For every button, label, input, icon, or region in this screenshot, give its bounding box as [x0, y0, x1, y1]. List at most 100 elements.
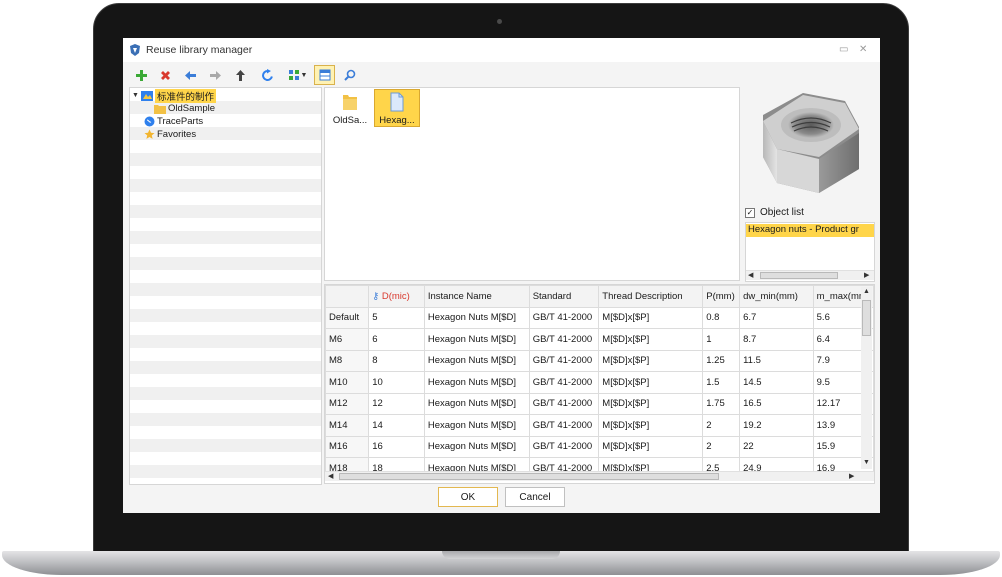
ok-button[interactable]: OK: [438, 487, 498, 507]
refresh-button[interactable]: [257, 65, 278, 85]
chevron-down-icon[interactable]: ▼: [132, 92, 141, 99]
column-header[interactable]: P(mm): [702, 285, 741, 308]
add-button[interactable]: [131, 65, 152, 85]
table-cell[interactable]: 6.7: [739, 306, 814, 329]
table-cell[interactable]: M[$D]x[$P]: [598, 306, 704, 329]
row-header-cell[interactable]: M16: [325, 435, 370, 458]
object-list-checkbox[interactable]: ✓: [745, 207, 755, 218]
table-row[interactable]: Default 5 Hexagon Nuts M[$D] GB/T 41-2000 M[…: [325, 306, 874, 329]
object-list-scrollbar[interactable]: ◀ ▶: [746, 270, 874, 280]
star-icon: [143, 129, 155, 140]
tree-item-traceparts[interactable]: TraceParts: [143, 115, 203, 128]
table-cell[interactable]: M[$D]x[$P]: [598, 349, 704, 372]
table-cell[interactable]: GB/T 41-2000: [528, 328, 600, 351]
table-cell[interactable]: Hexagon Nuts M[$D]: [423, 328, 530, 351]
tree-item-root[interactable]: ▼ 标准件的制作: [132, 88, 217, 103]
tree-item-favorites[interactable]: Favorites: [143, 128, 196, 141]
table-cell[interactable]: 12: [368, 392, 425, 415]
table-cell[interactable]: 16: [368, 435, 425, 458]
table-row[interactable]: M12 12 Hexagon Nuts M[$D] GB/T 41-2000 M[$D]…: [325, 392, 874, 415]
table-cell[interactable]: 2: [702, 435, 741, 458]
table-horizontal-scrollbar[interactable]: ◀ ▶: [325, 471, 874, 481]
table-cell[interactable]: M[$D]x[$P]: [598, 414, 704, 437]
table-cell[interactable]: 14.5: [739, 371, 814, 394]
table-cell[interactable]: M[$D]x[$P]: [598, 371, 704, 394]
row-header-cell[interactable]: M12: [325, 392, 370, 415]
row-header-cell[interactable]: M10: [325, 371, 370, 394]
file-item-hexagon[interactable]: Hexag...: [374, 89, 420, 127]
scroll-up-icon[interactable]: ▲: [863, 288, 870, 295]
column-header[interactable]: dw_min(mm): [739, 285, 814, 308]
table-cell[interactable]: GB/T 41-2000: [528, 435, 600, 458]
back-button[interactable]: [180, 65, 201, 85]
view-mode-button[interactable]: ▼: [284, 65, 311, 85]
restore-button[interactable]: ▭: [839, 44, 848, 55]
table-cell[interactable]: 0.8: [702, 306, 741, 329]
search-button[interactable]: [339, 65, 360, 85]
scroll-thumb[interactable]: [339, 473, 719, 480]
table-cell[interactable]: 5: [368, 306, 425, 329]
table-cell[interactable]: GB/T 41-2000: [528, 414, 600, 437]
table-cell[interactable]: Hexagon Nuts M[$D]: [423, 371, 530, 394]
scroll-thumb[interactable]: [862, 300, 871, 336]
column-header[interactable]: Thread Description: [598, 285, 704, 308]
table-cell[interactable]: 8: [368, 349, 425, 372]
scroll-down-icon[interactable]: ▼: [863, 459, 870, 466]
scroll-thumb[interactable]: [760, 272, 838, 279]
table-cell[interactable]: 1.5: [702, 371, 741, 394]
close-button[interactable]: ✕: [859, 44, 867, 55]
table-cell[interactable]: 11.5: [739, 349, 814, 372]
instance-table: ⚷ D(mic) Instance Name Standard Thread D…: [324, 284, 875, 484]
scroll-right-icon[interactable]: ▶: [864, 271, 869, 279]
column-header[interactable]: ⚷ D(mic): [368, 285, 425, 308]
table-cell[interactable]: 6: [368, 328, 425, 351]
table-cell[interactable]: GB/T 41-2000: [528, 349, 600, 372]
table-cell[interactable]: Hexagon Nuts M[$D]: [423, 392, 530, 415]
object-list-item[interactable]: Hexagon nuts - Product gr: [746, 224, 874, 237]
table-cell[interactable]: 8.7: [739, 328, 814, 351]
table-row[interactable]: M6 6 Hexagon Nuts M[$D] GB/T 41-2000 M[$D]x[…: [325, 328, 874, 351]
table-row[interactable]: M14 14 Hexagon Nuts M[$D] GB/T 41-2000 M[$D]…: [325, 414, 874, 437]
table-cell[interactable]: Hexagon Nuts M[$D]: [423, 414, 530, 437]
table-cell[interactable]: GB/T 41-2000: [528, 371, 600, 394]
row-header-cell[interactable]: Default: [325, 306, 370, 329]
table-cell[interactable]: GB/T 41-2000: [528, 306, 600, 329]
column-header[interactable]: Instance Name: [423, 285, 530, 308]
object-list-toggle[interactable]: ✓ Object list: [745, 207, 804, 218]
table-cell[interactable]: 1.25: [702, 349, 741, 372]
tree-item-oldsample[interactable]: OldSample: [154, 102, 215, 115]
table-cell[interactable]: Hexagon Nuts M[$D]: [423, 435, 530, 458]
table-cell[interactable]: M[$D]x[$P]: [598, 435, 704, 458]
table-row[interactable]: M8 8 Hexagon Nuts M[$D] GB/T 41-2000 M[$D]x[…: [325, 349, 874, 372]
table-cell[interactable]: Hexagon Nuts M[$D]: [423, 306, 530, 329]
up-button[interactable]: [230, 65, 251, 85]
table-cell[interactable]: 19.2: [739, 414, 814, 437]
table-view-button[interactable]: [314, 65, 335, 85]
delete-button[interactable]: [155, 65, 176, 85]
table-cell[interactable]: 2: [702, 414, 741, 437]
table-row[interactable]: M16 16 Hexagon Nuts M[$D] GB/T 41-2000 M[$D]…: [325, 435, 874, 458]
table-cell[interactable]: 10: [368, 371, 425, 394]
scroll-left-icon[interactable]: ◀: [748, 271, 753, 279]
table-cell[interactable]: 1: [702, 328, 741, 351]
cancel-button[interactable]: Cancel: [505, 487, 565, 507]
column-header[interactable]: Standard: [528, 285, 600, 308]
forward-button[interactable]: [205, 65, 226, 85]
row-header-cell[interactable]: M8: [325, 349, 370, 372]
row-header-cell[interactable]: M6: [325, 328, 370, 351]
table-cell[interactable]: 14: [368, 414, 425, 437]
table-cell[interactable]: M[$D]x[$P]: [598, 328, 704, 351]
table-vertical-scrollbar[interactable]: ▲ ▼: [861, 287, 872, 469]
table-cell[interactable]: 1.75: [702, 392, 741, 415]
file-item-oldsample[interactable]: OldSa...: [327, 89, 373, 127]
table-cell[interactable]: Hexagon Nuts M[$D]: [423, 349, 530, 372]
table-cell[interactable]: M[$D]x[$P]: [598, 392, 704, 415]
table-row[interactable]: M10 10 Hexagon Nuts M[$D] GB/T 41-2000 M[$D]…: [325, 371, 874, 394]
laptop-hinge-notch: [442, 551, 560, 559]
table-cell[interactable]: GB/T 41-2000: [528, 392, 600, 415]
scroll-right-icon[interactable]: ▶: [849, 472, 854, 480]
row-header-cell[interactable]: M14: [325, 414, 370, 437]
table-cell[interactable]: 16.5: [739, 392, 814, 415]
scroll-left-icon[interactable]: ◀: [328, 472, 333, 480]
table-cell[interactable]: 22: [739, 435, 814, 458]
